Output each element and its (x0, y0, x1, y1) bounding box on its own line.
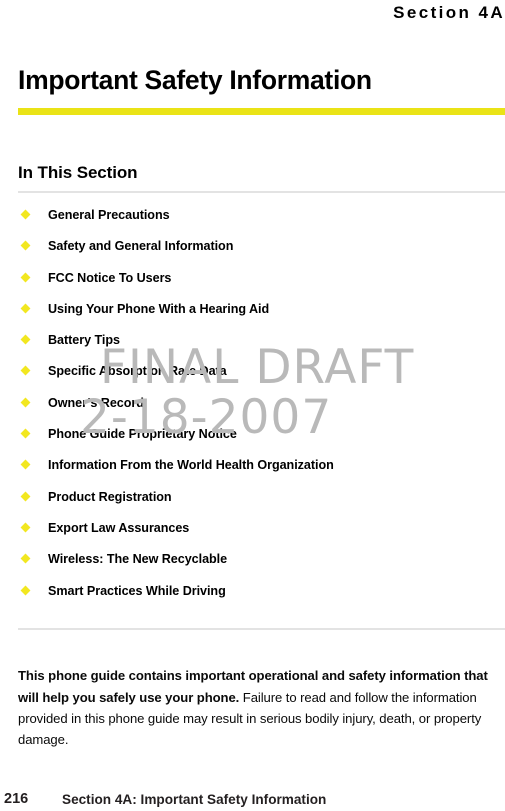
list-item-label: Phone Guide Proprietary Notice (48, 427, 237, 442)
safety-notice-paragraph: This phone guide contains important oper… (18, 665, 496, 751)
list-item-label: Specific Absorption Rate Data (48, 364, 227, 379)
folio-page-number: 216 (4, 791, 29, 807)
diamond-bullet-icon (20, 366, 31, 376)
list-item-label: Smart Practices While Driving (48, 583, 226, 598)
page-title: Important Safety Information (18, 65, 372, 95)
list-item[interactable]: Product Registration (18, 488, 488, 519)
document-page: Section 4A Important Safety Information … (0, 0, 505, 811)
list-item[interactable]: Battery Tips (18, 331, 488, 362)
list-item-label: Information From the World Health Organi… (48, 458, 334, 473)
list-item[interactable]: Information From the World Health Organi… (18, 456, 488, 487)
title-accent-rule (18, 108, 505, 115)
list-item[interactable]: Specific Absorption Rate Data (18, 362, 488, 393)
diamond-bullet-icon (20, 272, 31, 283)
list-item[interactable]: FCC Notice To Users (18, 269, 488, 300)
diamond-bullet-icon (20, 522, 31, 533)
diamond-bullet-icon (20, 459, 31, 470)
list-item[interactable]: General Precautions (18, 206, 488, 237)
list-item-label: Export Law Assurances (48, 520, 190, 535)
diamond-bullet-icon (20, 334, 31, 345)
diamond-bullet-icon (20, 240, 31, 251)
diamond-bullet-icon (20, 209, 31, 220)
list-item-label: Battery Tips (48, 333, 120, 348)
list-item-label: Owner’s Record (48, 395, 144, 410)
page-footer: 216 Section 4A: Important Safety Informa… (0, 789, 505, 811)
list-item[interactable]: Export Law Assurances (18, 519, 488, 550)
diamond-bullet-icon (20, 491, 31, 502)
list-item[interactable]: Smart Practices While Driving (18, 582, 488, 613)
list-item-label: Product Registration (48, 489, 172, 504)
diamond-bullet-icon (20, 397, 31, 408)
list-item-label: General Precautions (48, 208, 170, 222)
list-item-label: Safety and General Information (48, 239, 234, 254)
list-item-label: FCC Notice To Users (48, 270, 172, 285)
in-this-section-heading: In This Section (18, 163, 138, 182)
diamond-bullet-icon (20, 585, 31, 596)
list-item-label: Using Your Phone With a Hearing Aid (48, 301, 270, 316)
divider-bottom (18, 628, 505, 630)
divider-top (18, 191, 505, 193)
in-this-section-list: General Precautions Safety and General I… (18, 206, 488, 613)
diamond-bullet-icon (20, 428, 31, 439)
list-item[interactable]: Owner’s Record (18, 394, 488, 425)
list-item[interactable]: Wireless: The New Recyclable (18, 550, 488, 581)
running-head: Section 4A (393, 3, 505, 22)
diamond-bullet-icon (20, 303, 31, 314)
list-item[interactable]: Phone Guide Proprietary Notice (18, 425, 488, 456)
list-item[interactable]: Safety and General Information (18, 237, 488, 268)
list-item-label: Wireless: The New Recyclable (48, 552, 228, 567)
footer-section-title: Section 4A: Important Safety Information (62, 792, 327, 807)
list-item[interactable]: Using Your Phone With a Hearing Aid (18, 300, 488, 331)
diamond-bullet-icon (20, 553, 31, 564)
